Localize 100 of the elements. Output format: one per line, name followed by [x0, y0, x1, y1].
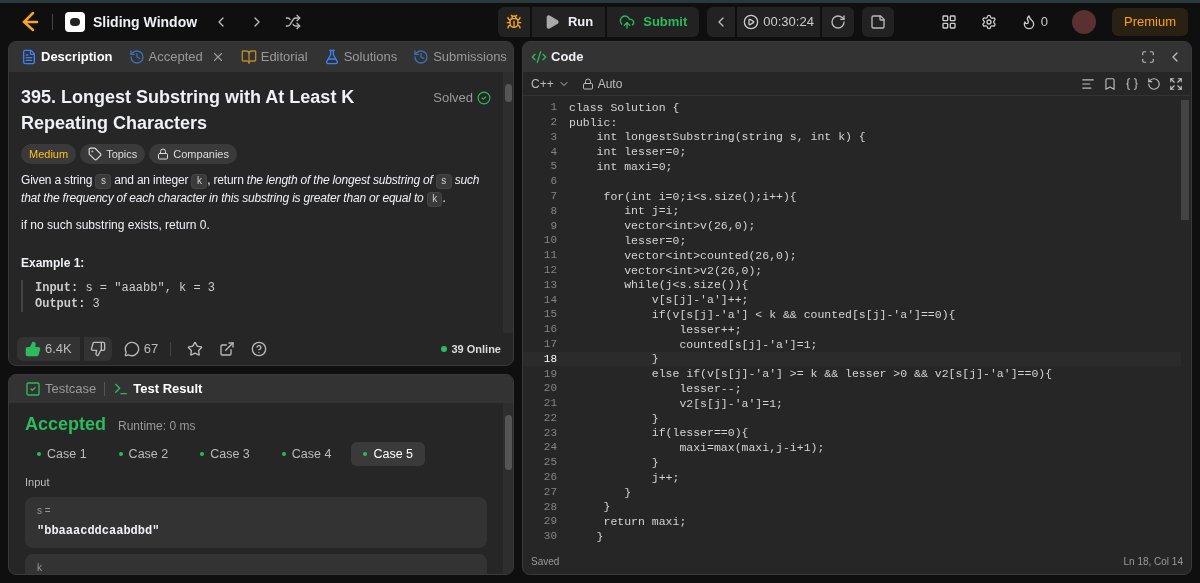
line-number: 21	[542, 396, 557, 412]
reset-icon[interactable]	[1147, 76, 1161, 91]
submit-button[interactable]: Submit	[607, 7, 700, 37]
code-line: maxi=max(maxi,j-i+1);	[678, 440, 825, 457]
line-number: 28	[542, 499, 557, 515]
cursor-position: Ln 18, Col 14	[1123, 554, 1183, 569]
streak-button[interactable]: 0	[1020, 12, 1048, 32]
note-button[interactable]	[861, 7, 894, 37]
line-number: 15	[542, 307, 557, 323]
line-number: 19	[542, 366, 557, 382]
line-number: 4	[549, 144, 557, 160]
format-icon[interactable]	[1081, 76, 1095, 91]
case-tab[interactable]: Case 2	[106, 442, 181, 466]
premium-button[interactable]: Premium	[1112, 8, 1188, 36]
flask-icon	[323, 49, 340, 65]
braces-icon[interactable]	[1125, 76, 1139, 91]
code-line: v2[s[j]-'a']=1;	[678, 395, 783, 412]
case-tab[interactable]: Case 4	[269, 442, 344, 466]
like-button[interactable]: 6.4K	[17, 337, 80, 361]
tag-button[interactable]: Topics	[80, 144, 146, 164]
line-number: 24	[542, 440, 557, 456]
case-tab[interactable]: Case 3	[188, 442, 262, 466]
panel-tab[interactable]: Accepted	[124, 47, 229, 67]
share-icon[interactable]	[219, 341, 236, 357]
case-tab[interactable]: Case 1	[25, 442, 99, 466]
fullscreen-icon[interactable]	[1141, 50, 1155, 64]
verdict: Accepted	[25, 413, 107, 436]
logo-icon[interactable]	[20, 11, 40, 33]
code-line: vector<int>v2(26,0);	[623, 262, 763, 279]
tag-button[interactable]: Companies	[149, 144, 237, 164]
debug-button[interactable]	[497, 7, 530, 37]
input-value: "bbaaacddcaabdbd"	[37, 522, 161, 540]
line-number: 20	[542, 381, 557, 397]
play-circle-icon	[743, 14, 760, 30]
code-line: }	[602, 499, 611, 516]
scrollbar-thumb[interactable]	[504, 84, 512, 102]
code-line: return maxi;	[602, 514, 687, 531]
history-icon	[413, 49, 430, 65]
lock-icon	[157, 148, 170, 160]
document-icon	[21, 49, 37, 65]
code-line: vector<int>counted(26,0);	[623, 247, 797, 264]
line-number: 6	[549, 174, 557, 190]
solved-status: Solved	[433, 88, 491, 108]
problem-list-button[interactable]: Sliding Window	[65, 11, 198, 33]
check-circle-icon	[477, 90, 491, 105]
expand-icon[interactable]	[1169, 76, 1183, 91]
help-icon[interactable]	[251, 341, 268, 357]
line-number: 23	[542, 425, 557, 441]
panel-tab[interactable]: Test Result	[109, 379, 207, 399]
line-number: 29	[542, 514, 557, 530]
note-icon	[869, 14, 886, 30]
tag-icon	[88, 147, 103, 161]
problem-statement: Given a string s and an integer k , return the length of the longest substring of s such that the frequency of each character in this substring is greater than or equal to k .	[21, 172, 481, 208]
case-tab[interactable]: Case 5	[351, 442, 426, 466]
cloud-upload-icon	[619, 14, 636, 30]
book-icon	[240, 49, 257, 65]
panel-tab[interactable]: Testcase	[21, 379, 101, 399]
dislike-button[interactable]	[83, 337, 112, 361]
line-number: 5	[549, 159, 557, 175]
code-line: int maxi=0;	[595, 158, 673, 175]
bookmark-icon[interactable]	[1103, 76, 1117, 91]
panel-tab[interactable]: Solutions	[319, 47, 402, 67]
line-number: 8	[549, 203, 557, 219]
input-label: Input	[25, 475, 51, 490]
code-line: int longestSubstring(string s, int k) {	[595, 129, 866, 146]
panel-tab[interactable]: Description	[17, 47, 117, 67]
code-line: vector<int>v(26,0);	[623, 218, 756, 235]
code-line: lesser=0;	[623, 232, 687, 249]
run-button[interactable]: Run	[531, 7, 606, 37]
grid-icon[interactable]	[940, 14, 957, 30]
line-number: 11	[542, 248, 557, 264]
reset-timer-button[interactable]	[821, 7, 854, 37]
thumbs-up-icon	[25, 341, 41, 357]
bug-icon	[505, 14, 522, 30]
shuffle-icon[interactable]	[285, 14, 302, 30]
star-icon[interactable]	[187, 341, 204, 357]
timer-collapse-button[interactable]	[707, 7, 736, 37]
code-line: }	[595, 528, 604, 545]
terminal-icon	[113, 381, 130, 397]
code-line: while(j<s.size()){	[623, 277, 749, 294]
scrollbar-thumb[interactable]	[1181, 100, 1189, 220]
language-dropdown[interactable]: C++	[531, 74, 570, 93]
line-number: 18	[542, 351, 557, 367]
code-line: j++;	[650, 469, 680, 486]
runtime: Runtime: 0 ms	[118, 418, 196, 435]
scrollbar-thumb[interactable]	[504, 415, 512, 470]
settings-icon[interactable]	[980, 14, 997, 30]
timer-button[interactable]: 00:30:24	[737, 7, 820, 37]
comments-button[interactable]: 67	[123, 339, 159, 359]
line-number: 26	[542, 470, 557, 486]
auto-mode[interactable]: Auto	[581, 74, 623, 93]
history-icon	[128, 49, 145, 65]
line-number: 9	[549, 218, 557, 234]
panel-tab[interactable]: Editorial	[236, 47, 312, 67]
code-tab[interactable]: Code	[531, 47, 584, 67]
line-number: 30	[542, 529, 557, 545]
line-number: 17	[542, 336, 557, 352]
difficulty-badge[interactable]: Medium	[21, 144, 77, 164]
code-line: v[s[j]-'a']++;	[650, 292, 749, 309]
panel-tab[interactable]: Submissions	[409, 47, 511, 67]
